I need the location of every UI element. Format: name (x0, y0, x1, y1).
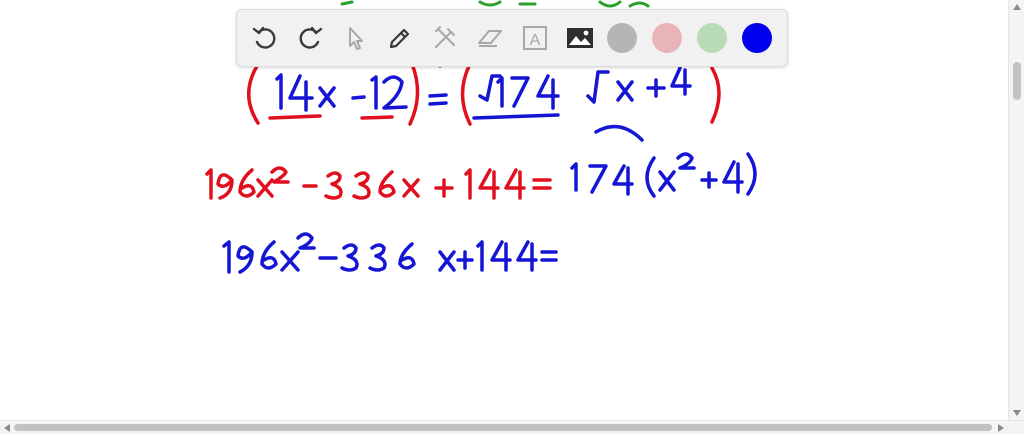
eraser-button[interactable] (472, 20, 508, 56)
whiteboard-canvas[interactable]: A (0, 0, 1008, 420)
scroll-up-arrow[interactable] (1009, 0, 1024, 14)
caret-down-icon (1013, 410, 1021, 416)
image-icon (567, 28, 593, 48)
undo-icon (252, 26, 276, 49)
undo-button[interactable] (247, 20, 283, 56)
caret-up-icon (1013, 4, 1021, 10)
horizontal-scroll-thumb[interactable] (14, 424, 992, 431)
vertical-scroll-thumb[interactable] (1013, 62, 1021, 100)
redo-button[interactable] (292, 20, 328, 56)
select-arrow-icon (349, 27, 363, 50)
equation-line-2 (205, 124, 757, 200)
color-swatch-gray[interactable] (607, 23, 637, 53)
green-ink-top (340, 0, 650, 8)
equation-line-1 (247, 61, 721, 126)
horizontal-scrollbar[interactable] (0, 420, 1024, 434)
equation-line-3 (222, 232, 558, 274)
text-tool-glyph: A (530, 32, 541, 49)
redo-icon (299, 26, 323, 49)
caret-right-icon (998, 424, 1004, 432)
scroll-left-arrow[interactable] (0, 421, 14, 435)
text-tool-button[interactable]: A (517, 20, 553, 56)
drawing-toolbar: A (236, 9, 788, 67)
text-icon: A (523, 26, 547, 50)
tools-icon (435, 26, 455, 48)
color-swatch-green[interactable] (697, 23, 727, 53)
image-tool-button[interactable] (562, 20, 598, 56)
tools-button[interactable] (427, 20, 463, 56)
caret-left-icon (4, 424, 10, 432)
scroll-right-arrow[interactable] (994, 421, 1008, 435)
color-swatch-pink[interactable] (652, 23, 682, 53)
pen-icon (389, 28, 410, 49)
pen-tool-button[interactable] (382, 20, 418, 56)
select-tool-button[interactable] (337, 20, 373, 56)
color-swatch-blue-selected[interactable] (742, 23, 772, 53)
vertical-scrollbar[interactable] (1008, 0, 1024, 420)
scroll-down-arrow[interactable] (1009, 406, 1024, 420)
eraser-icon (478, 30, 502, 47)
